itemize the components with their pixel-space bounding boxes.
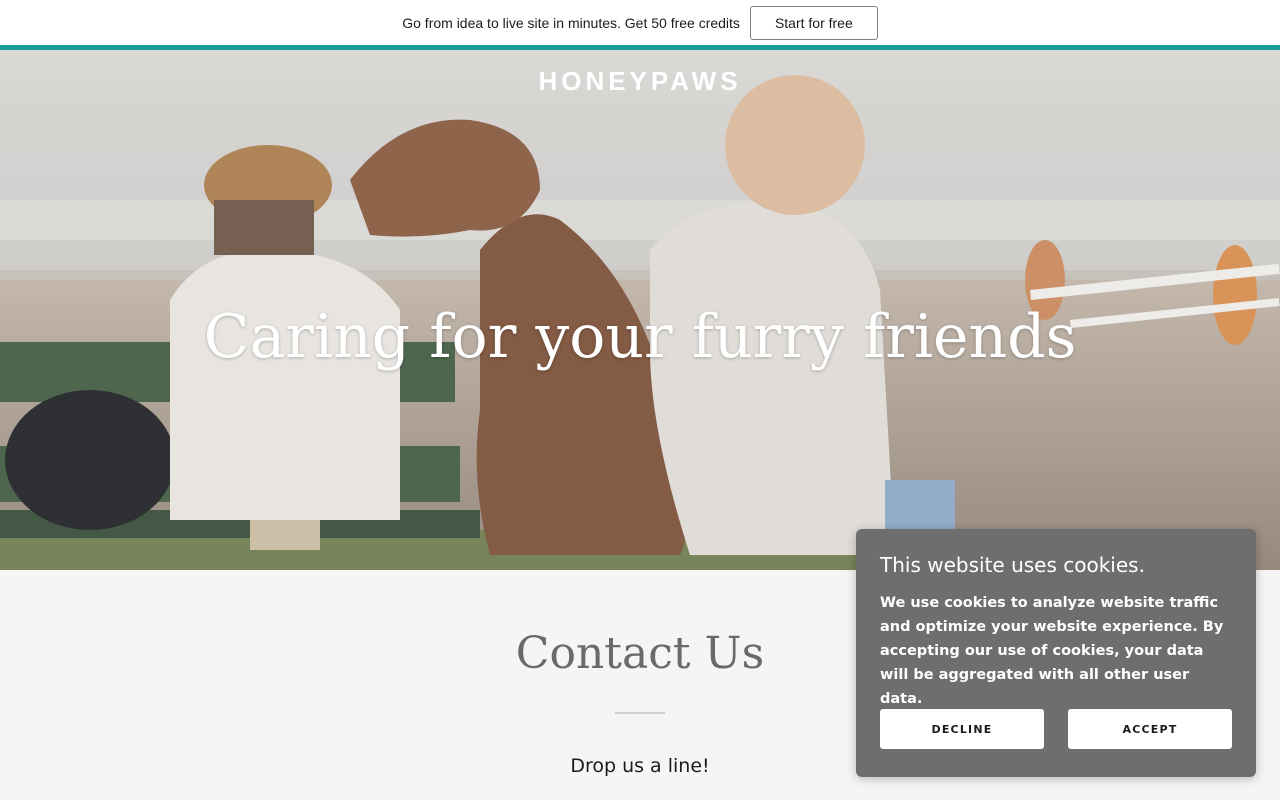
cookie-body: We use cookies to analyze website traffi… — [880, 595, 1224, 707]
accept-button[interactable]: ACCEPT — [1068, 709, 1232, 749]
site-logo[interactable]: HONEYPAWS — [0, 66, 1280, 97]
section-divider — [615, 712, 665, 714]
hero-section: HONEYPAWS Caring for your furry friends — [0, 50, 1280, 570]
promo-text: Go from idea to live site in minutes. Ge… — [402, 15, 740, 31]
promo-bar: Go from idea to live site in minutes. Ge… — [0, 0, 1280, 46]
cookie-banner: This website uses cookies. We use cookie… — [856, 529, 1256, 777]
cookie-title: This website uses cookies. — [880, 553, 1145, 577]
start-for-free-button[interactable]: Start for free — [749, 6, 878, 40]
cookie-actions: DECLINE ACCEPT — [880, 709, 1232, 749]
decline-button[interactable]: DECLINE — [880, 709, 1044, 749]
hero-title: Caring for your furry friends — [203, 302, 1077, 372]
